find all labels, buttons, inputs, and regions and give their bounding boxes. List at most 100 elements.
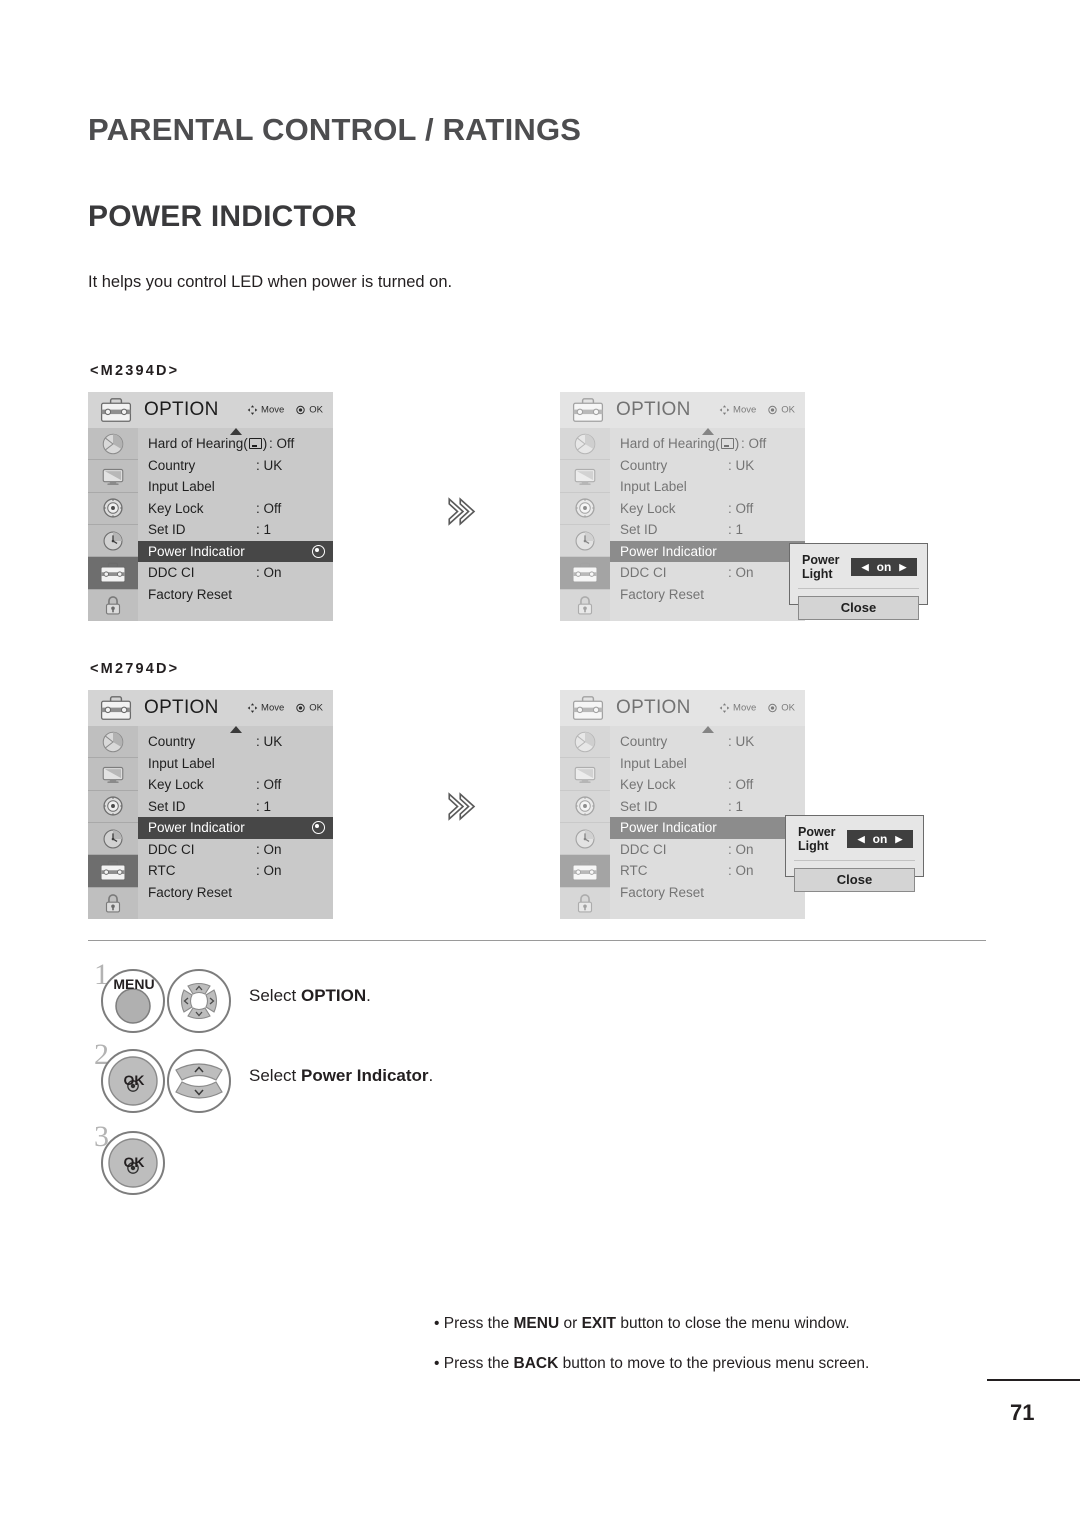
menu-item-key-lock[interactable]: Key Lock : Off (138, 498, 333, 520)
step-text-2: Select Power Indicator. (249, 1066, 433, 1086)
menu-item-key-lock[interactable]: Key Lock : Off (138, 774, 333, 796)
rail-picture-icon[interactable] (88, 428, 138, 461)
menu-item-ddc-ci[interactable]: DDC CI : On (610, 839, 805, 861)
menu-item-label: Set ID (148, 522, 186, 538)
menu-item-label: Input Label (620, 755, 687, 771)
rail-screen-icon[interactable] (560, 758, 610, 791)
hint-move-label: Move (261, 702, 285, 714)
menu-item-power-indicator[interactable]: Power Indicatior (610, 817, 805, 839)
menu-item-input-label[interactable]: Input Label (610, 476, 805, 498)
menu-item-label: Country (620, 457, 668, 473)
menu-item-key-lock[interactable]: Key Lock : Off (610, 498, 805, 520)
menu-item-ddc-ci[interactable]: DDC CI : On (138, 839, 333, 861)
rail-option-icon[interactable] (88, 855, 138, 888)
close-button[interactable]: Close (798, 596, 919, 620)
stepper-left-arrow-icon[interactable]: ◀ (862, 562, 869, 572)
close-button[interactable]: Close (794, 868, 915, 892)
rail-lock-icon[interactable] (560, 887, 610, 919)
rail-audio-icon[interactable] (560, 492, 610, 525)
page-title: PARENTAL CONTROL / RATINGS (88, 112, 582, 147)
rail-picture-icon[interactable] (88, 726, 138, 759)
rail-time-icon[interactable] (88, 822, 138, 856)
rail-audio-icon[interactable] (88, 492, 138, 525)
menu-item-key-lock[interactable]: Key Lock : Off (610, 774, 805, 796)
osd-body: Country : UK Input Label Key Lock : Off … (560, 726, 805, 919)
menu-item-set-id[interactable]: Set ID : 1 (138, 796, 333, 818)
power-light-stepper[interactable]: ◀ on ▶ (847, 830, 913, 848)
rail-lock-icon[interactable] (88, 887, 138, 919)
menu-item-hard-of-hearing[interactable]: Hard of Hearing() : Off (138, 433, 333, 455)
menu-item-set-id[interactable]: Set ID : 1 (610, 519, 805, 541)
menu-item-rtc[interactable]: RTC : On (138, 860, 333, 882)
menu-item-label: DDC CI (620, 841, 667, 857)
osd-menu-list: Hard of Hearing() : Off Country : UK Inp… (138, 428, 333, 621)
menu-item-hard-of-hearing[interactable]: Hard of Hearing() : Off (610, 433, 805, 455)
rail-audio-icon[interactable] (560, 790, 610, 823)
rail-picture-icon[interactable] (560, 428, 610, 461)
ok-dot-icon (767, 405, 778, 416)
updown-button[interactable] (166, 1048, 232, 1114)
power-light-label: Power Light (802, 553, 840, 581)
flow-arrow-icon-1 (445, 495, 481, 533)
page-number-rule (987, 1379, 1080, 1381)
menu-item-country[interactable]: Country : UK (138, 455, 333, 477)
rail-time-icon[interactable] (560, 524, 610, 558)
menu-item-value: : UK (256, 457, 283, 473)
menu-item-set-id[interactable]: Set ID : 1 (610, 796, 805, 818)
menu-item-country[interactable]: Country : UK (138, 731, 333, 753)
menu-item-input-label[interactable]: Input Label (610, 753, 805, 775)
rail-picture-icon[interactable] (560, 726, 610, 759)
rail-option-icon[interactable] (560, 855, 610, 888)
power-light-stepper[interactable]: ◀ on ▶ (851, 558, 917, 576)
dpad-button[interactable] (166, 968, 232, 1034)
menu-item-input-label[interactable]: Input Label (138, 476, 333, 498)
menu-item-factory-reset[interactable]: Factory Reset (610, 882, 805, 904)
rail-lock-icon[interactable] (88, 589, 138, 621)
menu-item-input-label[interactable]: Input Label (138, 753, 333, 775)
menu-item-factory-reset[interactable]: Factory Reset (138, 882, 333, 904)
menu-item-label-suffix: ) (262, 436, 268, 452)
menu-item-label: Key Lock (620, 500, 676, 516)
osd-body: Country : UK Input Label Key Lock : Off … (88, 726, 333, 919)
model-label-m2794d: <M2794D> (90, 661, 180, 677)
stepper-right-arrow-icon[interactable]: ▶ (895, 834, 902, 844)
ok-dot-icon (295, 405, 306, 416)
rail-screen-icon[interactable] (88, 758, 138, 791)
menu-item-factory-reset[interactable]: Factory Reset (138, 584, 333, 606)
rail-time-icon[interactable] (560, 822, 610, 856)
menu-item-power-indicator[interactable]: Power Indicatior (610, 540, 805, 562)
stepper-left-arrow-icon[interactable]: ◀ (858, 834, 865, 844)
rail-option-icon[interactable] (560, 557, 610, 590)
osd-icon-rail (88, 428, 138, 621)
menu-item-label: Input Label (148, 479, 215, 495)
note-back: • Press the BACK button to move to the p… (434, 1355, 869, 1373)
hint-move-label: Move (733, 404, 757, 416)
menu-item-value: : UK (256, 734, 283, 750)
menu-item-factory-reset[interactable]: Factory Reset (610, 584, 805, 606)
menu-item-label: RTC (148, 863, 176, 879)
stepper-right-arrow-icon[interactable]: ▶ (899, 562, 906, 572)
menu-item-country[interactable]: Country : UK (610, 455, 805, 477)
intro-text: It helps you control LED when power is t… (88, 273, 453, 291)
model-label-m2394d: <M2394D> (90, 363, 180, 379)
menu-item-power-indicator[interactable]: Power Indicatior (138, 540, 333, 562)
menu-item-ddc-ci[interactable]: DDC CI : On (138, 562, 333, 584)
rail-time-icon[interactable] (88, 524, 138, 558)
osd-menu-list: Country : UK Input Label Key Lock : Off … (138, 726, 333, 919)
menu-item-label: Factory Reset (148, 884, 233, 900)
menu-item-rtc[interactable]: RTC : On (610, 860, 805, 882)
menu-item-power-indicator[interactable]: Power Indicatior (138, 817, 333, 839)
menu-item-ddc-ci[interactable]: DDC CI : On (610, 562, 805, 584)
osd-menu-list: Hard of Hearing() : Off Country : UK Inp… (610, 428, 805, 621)
menu-item-label: Input Label (148, 755, 215, 771)
rail-option-icon[interactable] (88, 557, 138, 590)
menu-item-country[interactable]: Country : UK (610, 731, 805, 753)
rail-screen-icon[interactable] (88, 460, 138, 493)
rail-screen-icon[interactable] (560, 460, 610, 493)
menu-item-value: : 1 (256, 798, 272, 814)
rail-audio-icon[interactable] (88, 790, 138, 823)
menu-item-set-id[interactable]: Set ID : 1 (138, 519, 333, 541)
menu-item-value: : On (728, 863, 754, 879)
rail-lock-icon[interactable] (560, 589, 610, 621)
step-text-bold-2: Power Indicator (300, 1066, 429, 1085)
